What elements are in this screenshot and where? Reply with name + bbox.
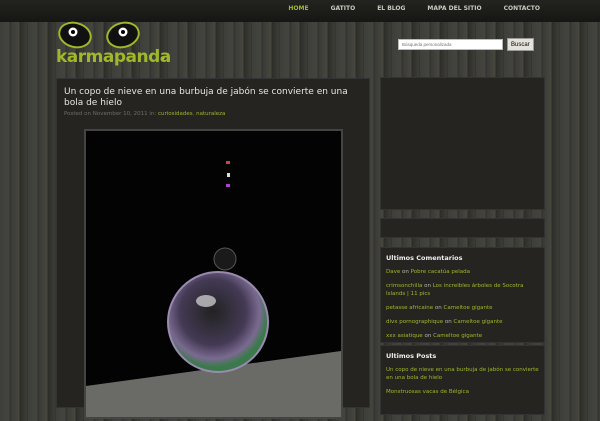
post-item: Un copo de nieve en una burbuja de jabón… (381, 364, 544, 386)
comment-item: crimsonchilla on Los increibles árboles … (381, 280, 544, 302)
on-label: on (402, 269, 409, 275)
comment-item: petasse africaine on Cameltoe gigante (381, 302, 544, 316)
on-label: on (434, 305, 442, 311)
recent-comments-widget: Ultimos Comentarios Dave on Pobre cacatú… (380, 247, 545, 343)
nav-el-blog[interactable]: EL BLOG (377, 0, 405, 22)
main-nav: HOME GATITO EL BLOG MAPA DEL SITIO CONTA… (0, 0, 600, 22)
comment-author[interactable]: divx pornographique (386, 319, 443, 325)
recent-posts-widget: Ultimos Posts Un copo de nieve en una bu… (380, 345, 545, 415)
comment-author[interactable]: petasse africaine (386, 305, 433, 311)
post-meta: Posted on November 10, 2011 in: curiosid… (57, 109, 369, 119)
on-label: on (424, 333, 432, 339)
site-logo[interactable]: karmapanda (53, 20, 171, 72)
category-link[interactable]: naturaleza (196, 111, 225, 117)
comment-post-link[interactable]: Cameltoe gigante (454, 319, 503, 325)
logo-text: karmapanda (56, 47, 171, 67)
nav-gatito[interactable]: GATITO (331, 0, 356, 22)
search-button[interactable]: Buscar (507, 38, 534, 51)
comment-item: Dave on Pobre cacatúa pelada (381, 266, 544, 280)
recent-post-link[interactable]: Monstruosas vacas de Bélgica (386, 389, 469, 395)
nav-contacto[interactable]: CONTACTO (504, 0, 540, 22)
post-item: Monstruosas vacas de Bélgica (381, 386, 544, 400)
category-link[interactable]: curiosidades (158, 111, 193, 117)
search-form: Buscar (398, 38, 534, 51)
comment-author[interactable]: xxx asiatique (386, 333, 423, 339)
on-label: on (424, 283, 431, 289)
recent-post-link[interactable]: Un copo de nieve en una burbuja de jabón… (386, 367, 539, 381)
separator: , (192, 111, 195, 117)
post-date: Posted on November 10, 2011 in: (64, 111, 157, 117)
search-input[interactable] (398, 39, 503, 50)
widget-title: Ultimos Comentarios (386, 254, 463, 262)
sidebar-small-box (380, 218, 545, 238)
nav-mapa-del-sitio[interactable]: MAPA DEL SITIO (427, 0, 481, 22)
nav-home[interactable]: HOME (288, 0, 308, 22)
comment-post-link[interactable]: Cameltoe gigante (433, 333, 482, 339)
post-image (84, 129, 343, 419)
sidebar-ad-box (380, 77, 545, 210)
post-title[interactable]: Un copo de nieve en una burbuja de jabón… (57, 79, 369, 109)
comment-author[interactable]: crimsonchilla (386, 283, 422, 289)
comment-item: xxx asiatique on Cameltoe gigante (381, 330, 544, 344)
comment-author[interactable]: Dave (386, 269, 400, 275)
on-label: on (444, 319, 452, 325)
comment-post-link[interactable]: Cameltoe gigante (444, 305, 493, 311)
post-article: Un copo de nieve en una burbuja de jabón… (56, 78, 370, 419)
comment-item: divx pornographique on Cameltoe gigante (381, 316, 544, 330)
comment-post-link[interactable]: Pobre cacatúa pelada (411, 269, 470, 275)
widget-title: Ultimos Posts (386, 352, 437, 360)
